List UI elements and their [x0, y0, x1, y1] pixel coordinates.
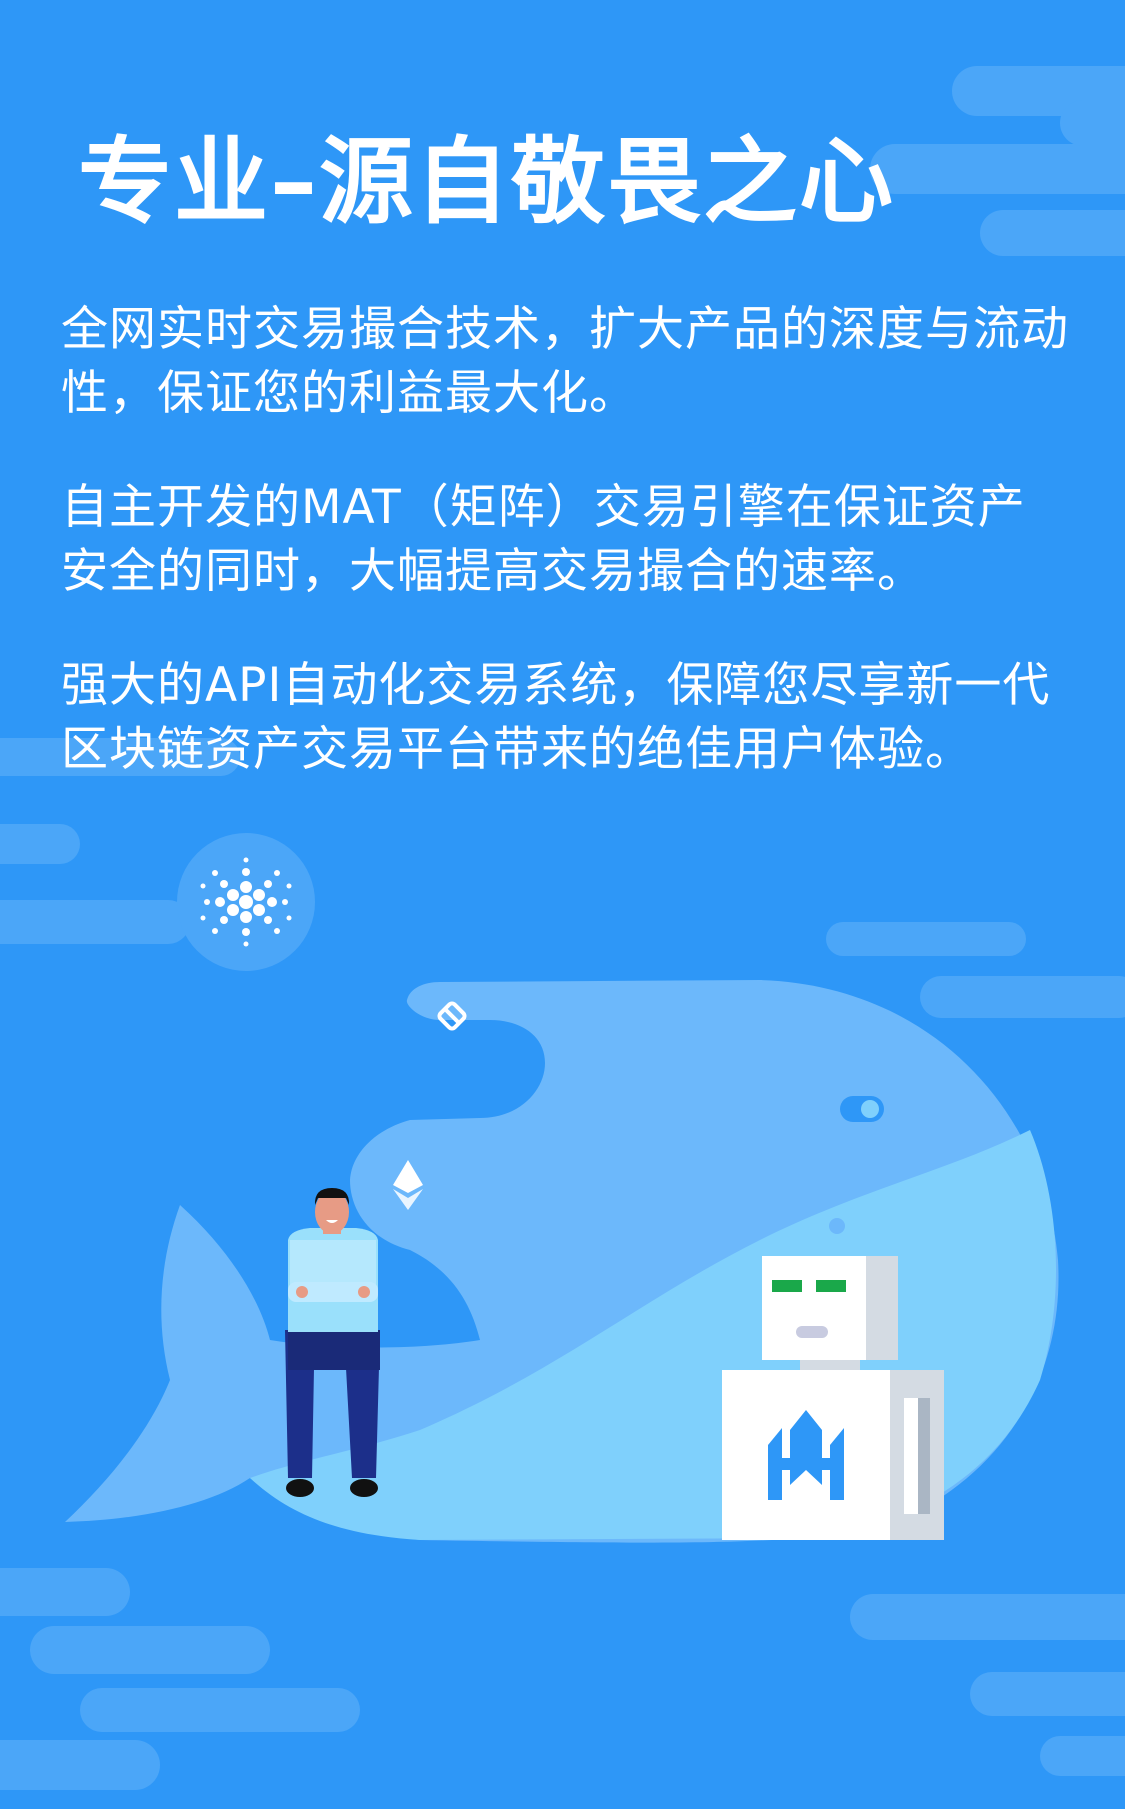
page-title: 专业–源自敬畏之心 — [78, 128, 896, 237]
whale-illustration — [65, 833, 1059, 1543]
cardano-coin-icon — [177, 833, 315, 971]
feature-paragraph-matching: 全网实时交易撮合技术，扩大产品的深度与流动性，保证您的利益最大化。 — [61, 302, 1069, 421]
feature-paragraph-engine: 自主开发的MAT（矩阵）交易引擎在保证资产安全的同时，大幅提高交易撮合的速率。 — [61, 480, 1026, 599]
toggle-icon — [840, 1096, 884, 1122]
promo-page: 专业–源自敬畏之心 全网实时交易撮合技术，扩大产品的深度与流动性，保证您的利益最… — [0, 0, 1125, 1809]
feature-paragraph-api: 强大的API自动化交易系统，保障您尽享新一代区块链资产交易平台带来的绝佳用户体验… — [61, 658, 1051, 777]
